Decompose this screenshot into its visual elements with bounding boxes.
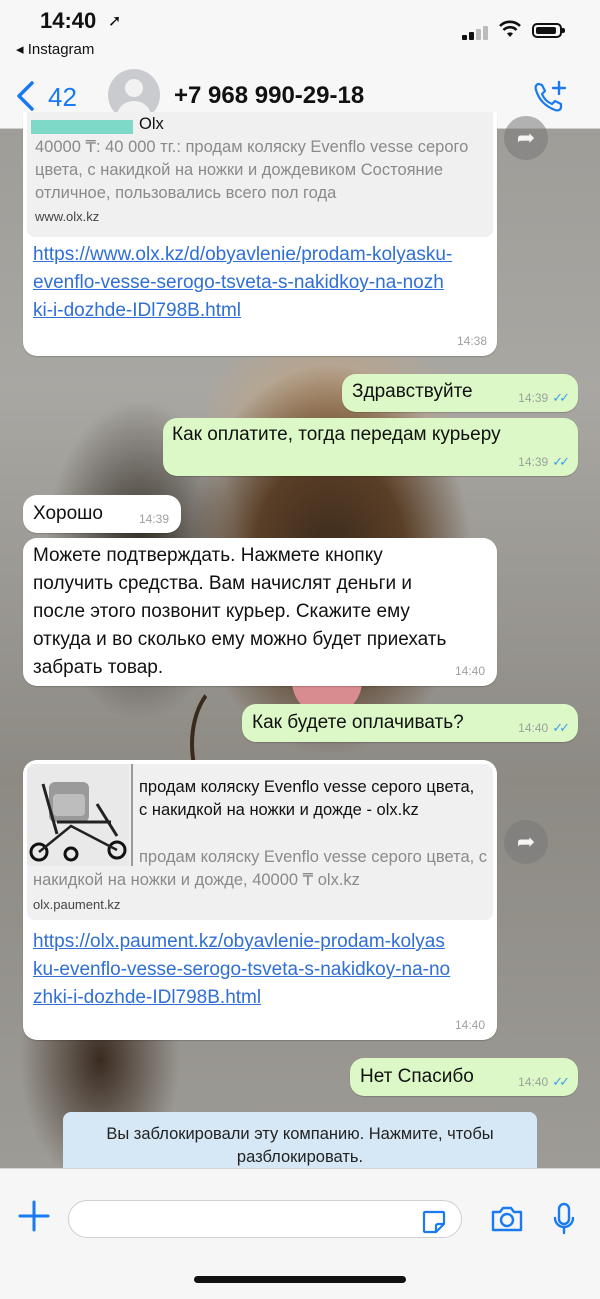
preview-image-strip xyxy=(31,120,133,134)
microphone-icon[interactable] xyxy=(552,1202,576,1236)
message-outgoing[interactable]: Как оплатите, тогда передам курьеру 14:3… xyxy=(163,418,578,476)
message-incoming[interactable]: Можете подтверждать. Нажмете кнопку полу… xyxy=(23,538,497,686)
message-time: 14:38 xyxy=(456,334,487,348)
preview-domain: www.olx.kz xyxy=(35,209,100,224)
preview-site: Olx xyxy=(139,115,164,133)
signal-icon xyxy=(462,24,492,40)
message-text: Хорошо xyxy=(33,503,103,524)
message-time: 14:40 xyxy=(518,721,549,735)
back-to-instagram[interactable]: ◂ Instagram xyxy=(16,40,94,58)
plus-icon[interactable] xyxy=(17,1199,51,1233)
message-time: 14:40 xyxy=(454,664,485,678)
message-time-status: 14:40 ✓✓ xyxy=(518,1074,570,1090)
message-link[interactable]: https://www.olx.kz/d/obyavlenie/prodam-k… xyxy=(33,241,453,325)
double-check-icon: ✓✓ xyxy=(552,390,570,405)
double-check-icon: ✓✓ xyxy=(552,720,570,735)
message-incoming-link[interactable]: Olx 40000 ₸: 40 000 тг.: продам коляску … xyxy=(23,112,497,356)
forward-icon[interactable]: ➦ xyxy=(504,820,548,864)
double-check-icon: ✓✓ xyxy=(552,1074,570,1089)
message-incoming[interactable]: Хорошо 14:39 xyxy=(23,495,181,533)
double-check-icon: ✓✓ xyxy=(552,454,570,469)
message-time: 14:40 xyxy=(518,1075,549,1089)
message-text: Как оплатите, тогда передам курьеру xyxy=(172,424,501,445)
location-arrow-icon: ➚ xyxy=(108,13,122,30)
message-time: 14:39 xyxy=(138,512,169,526)
contact-name[interactable]: +7 968 990-29-18 xyxy=(174,82,364,110)
home-indicator[interactable] xyxy=(194,1276,406,1283)
preview-description: продам коляску Evenflo vesse серого цвет… xyxy=(33,848,488,889)
forward-icon[interactable]: ➦ xyxy=(504,116,548,160)
camera-icon[interactable] xyxy=(490,1205,524,1233)
add-call-icon[interactable] xyxy=(532,80,568,114)
message-text: Как будете оплачивать? xyxy=(252,712,464,733)
link-preview[interactable]: Olx 40000 ₸: 40 000 тг.: продам коляску … xyxy=(27,112,493,237)
message-input[interactable] xyxy=(68,1200,462,1238)
message-time-status: 14:40 ✓✓ xyxy=(518,720,570,736)
back-unread-count[interactable]: 42 xyxy=(48,82,77,113)
status-bar: 14:40 ➚ ◂ Instagram xyxy=(0,0,600,66)
message-time: 14:39 xyxy=(518,391,549,405)
message-outgoing[interactable]: Нет Спасибо 14:40 ✓✓ xyxy=(350,1058,578,1096)
battery-icon xyxy=(532,23,565,38)
message-time: 14:39 xyxy=(518,455,549,469)
message-time: 14:40 xyxy=(454,1018,485,1032)
message-incoming-link[interactable]: продам коляску Evenflo vesse серого цвет… xyxy=(23,760,497,1040)
message-time-status: 14:39 ✓✓ xyxy=(518,454,570,470)
status-time: 14:40 xyxy=(40,8,97,33)
preview-domain: olx.paument.kz xyxy=(33,897,121,912)
message-text: Здравствуйте xyxy=(352,381,473,402)
preview-title: продам коляску Evenflo vesse серого цвет… xyxy=(139,778,475,819)
preview-description: 40000 ₸: 40 000 тг.: продам коляску Even… xyxy=(35,138,469,202)
sticker-icon[interactable] xyxy=(421,1209,447,1235)
link-preview[interactable]: продам коляску Evenflo vesse серого цвет… xyxy=(27,764,493,920)
message-time-status: 14:39 ✓✓ xyxy=(518,390,570,406)
message-outgoing[interactable]: Здравствуйте 14:39 ✓✓ xyxy=(342,374,578,412)
message-link[interactable]: https://olx.paument.kz/obyavlenie-prodam… xyxy=(33,928,453,1012)
message-outgoing[interactable]: Как будете оплачивать? 14:40 ✓✓ xyxy=(242,704,578,742)
message-text: Можете подтверждать. Нажмете кнопку полу… xyxy=(33,545,447,678)
wifi-icon xyxy=(498,20,522,44)
message-text: Нет Спасибо xyxy=(360,1066,474,1087)
